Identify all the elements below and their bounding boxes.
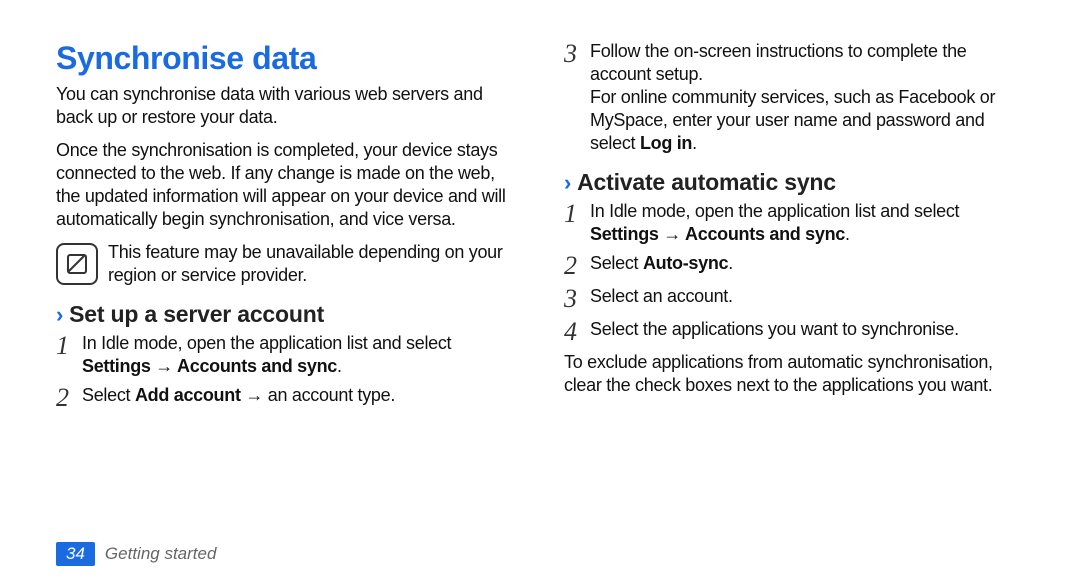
subsection-title: Set up a server account — [69, 301, 324, 327]
step-text: In Idle mode, open the application list … — [590, 200, 1024, 246]
step3-line2: For online community services, such as F… — [590, 86, 1024, 155]
step-number: 4 — [564, 318, 590, 345]
step-number: 1 — [56, 332, 82, 359]
chevron-right-icon: › — [56, 302, 63, 327]
step-number: 2 — [564, 252, 590, 279]
step-3-setup: 3 Follow the on-screen instructions to c… — [564, 40, 1024, 155]
step-1-setup: 1 In Idle mode, open the application lis… — [56, 332, 516, 378]
note-block: This feature may be unavailable dependin… — [56, 241, 516, 287]
chevron-right-icon: › — [564, 170, 571, 195]
footer-section: Getting started — [105, 544, 217, 564]
step3-line1: Follow the on-screen instructions to com… — [590, 40, 1024, 86]
two-column-content: Synchronise data You can synchronise dat… — [56, 40, 1024, 510]
step-text: Select Auto-sync. — [590, 252, 733, 275]
step-number: 3 — [564, 40, 590, 67]
subsection-setup-server: ›Set up a server account — [56, 301, 516, 328]
step-2-autosync: 2 Select Auto-sync. — [564, 252, 1024, 279]
step-number: 3 — [564, 285, 590, 312]
note-text: This feature may be unavailable dependin… — [108, 241, 516, 287]
note-icon — [56, 243, 98, 285]
subsection-title: Activate automatic sync — [577, 169, 836, 195]
step-1-autosync: 1 In Idle mode, open the application lis… — [564, 200, 1024, 246]
step-text: Select an account. — [590, 285, 733, 308]
document-page: Synchronise data You can synchronise dat… — [0, 0, 1080, 586]
subsection-activate-autosync: ›Activate automatic sync — [564, 169, 1024, 196]
step-4-autosync: 4 Select the applications you want to sy… — [564, 318, 1024, 345]
step-number: 1 — [564, 200, 590, 227]
autosync-outro: To exclude applications from automatic s… — [564, 351, 1024, 397]
page-footer: 34 Getting started — [56, 542, 216, 566]
step-3-autosync: 3 Select an account. — [564, 285, 1024, 312]
step-text: In Idle mode, open the application list … — [82, 332, 516, 378]
intro-paragraph-1: You can synchronise data with various we… — [56, 83, 516, 129]
section-title: Synchronise data — [56, 40, 516, 77]
step-text: Select Add account → an account type. — [82, 384, 395, 407]
step-number: 2 — [56, 384, 82, 411]
step-2-setup: 2 Select Add account → an account type. — [56, 384, 516, 411]
step-text: Select the applications you want to sync… — [590, 318, 959, 341]
step-text: Follow the on-screen instructions to com… — [590, 40, 1024, 155]
page-number: 34 — [56, 542, 95, 566]
intro-paragraph-2: Once the synchronisation is completed, y… — [56, 139, 516, 231]
